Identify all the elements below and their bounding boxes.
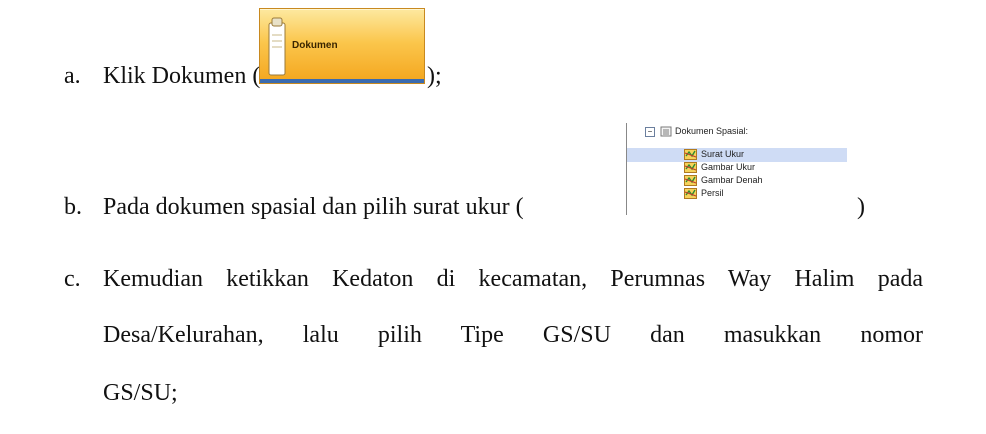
- item-a-marker: a.: [64, 63, 81, 89]
- dokumen-button-label: Dokumen: [292, 40, 338, 51]
- document-icon: [266, 15, 288, 82]
- tree-item-label: Gambar Ukur: [701, 162, 756, 172]
- item-a-text-before: Klik Dokumen (: [103, 63, 261, 89]
- dokumen-spasial-tree: − Dokumen Spasial: Surat Ukur Gambar Uku…: [626, 123, 847, 215]
- tree-item-label: Persil: [701, 188, 724, 198]
- item-c-line-2: Desa/Kelurahan, lalu pilih Tipe GS/SU da…: [103, 322, 923, 348]
- item-b-text-after: ): [857, 194, 865, 220]
- collapse-toggle-icon[interactable]: −: [645, 127, 655, 137]
- item-b-marker: b.: [64, 194, 82, 220]
- map-icon: [684, 188, 697, 203]
- item-c-line-3: GS/SU;: [103, 380, 178, 406]
- tree-root-label: Dokumen Spasial:: [675, 126, 749, 136]
- tree-item-label: Gambar Denah: [701, 175, 763, 185]
- folder-icon: [660, 126, 672, 141]
- item-a-text-after: );: [427, 63, 442, 89]
- item-b-text-before: Pada dokumen spasial dan pilih surat uku…: [103, 194, 524, 220]
- item-c-marker: c.: [64, 266, 81, 292]
- item-c-line-1: Kemudian ketikkan Kedaton di kecamatan, …: [103, 266, 923, 292]
- tree-root-row[interactable]: − Dokumen Spasial:: [627, 125, 847, 138]
- button-bottom-strip: [260, 79, 424, 83]
- tree-item-label: Surat Ukur: [701, 149, 745, 159]
- dokumen-button[interactable]: Dokumen: [259, 8, 425, 84]
